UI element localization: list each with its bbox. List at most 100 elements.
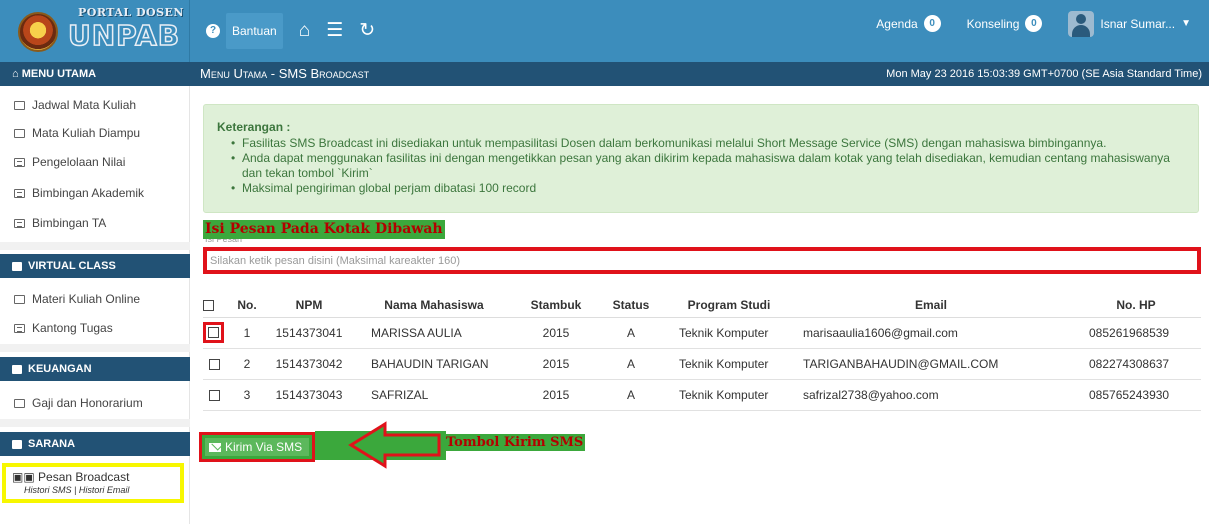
help-icon[interactable]: ? xyxy=(206,24,220,38)
sidebar-divider xyxy=(0,419,190,427)
sidebar-item-bimbingan-akademik[interactable]: Bimbingan Akademik xyxy=(14,186,144,200)
cell-email: safrizal2738@yahoo.com xyxy=(791,379,1071,411)
sidebar-item-label: Gaji dan Honorarium xyxy=(32,396,143,410)
pesan-broadcast-highlight: ▣▣ Pesan Broadcast Histori SMS | Histori… xyxy=(2,463,184,503)
agenda-count-badge: 0 xyxy=(923,15,941,32)
sidebar: Jadwal Mata Kuliah Mata Kuliah Diampu Pe… xyxy=(0,86,298,524)
cell-nama: SAFRIZAL xyxy=(351,379,517,411)
cell-hp: 085765243930 xyxy=(1071,379,1201,411)
list-icon xyxy=(14,157,25,167)
university-emblem-icon xyxy=(18,12,58,52)
info-item: Maksimal pengiriman global perjam dibata… xyxy=(231,181,1192,196)
agenda-label: Agenda xyxy=(876,16,918,31)
logo-title: UNPAB xyxy=(67,18,181,53)
building-icon xyxy=(12,439,22,449)
column-header-hp: No. HP xyxy=(1071,293,1201,318)
cell-prodi: Teknik Komputer xyxy=(667,348,791,380)
row-checkbox[interactable] xyxy=(209,389,220,401)
sidebar-item-label: Pesan Broadcast xyxy=(38,470,130,484)
cell-no: 1 xyxy=(227,317,267,349)
column-header-stambuk: Stambuk xyxy=(517,293,595,318)
pesan-history-links[interactable]: Histori SMS | Histori Email xyxy=(24,485,129,495)
home-icon[interactable]: ⌂ xyxy=(299,13,310,49)
agenda-link[interactable]: Agenda 0 xyxy=(876,15,941,32)
message-input[interactable] xyxy=(203,247,1201,274)
list-icon xyxy=(14,323,25,333)
column-header-email: Email xyxy=(791,293,1071,318)
avatar xyxy=(1068,10,1095,37)
row-select-cell xyxy=(203,317,227,349)
sidebar-item-gaji[interactable]: Gaji dan Honorarium xyxy=(14,396,143,410)
table-row: 3 1514373043 SAFRIZAL 2015 A Teknik Komp… xyxy=(203,379,1201,411)
cell-email: marisaaulia1606@gmail.com xyxy=(791,317,1071,349)
select-all-checkbox[interactable] xyxy=(203,300,214,312)
column-header-no: No. xyxy=(227,293,267,318)
sidebar-item-label: Bimbingan Akademik xyxy=(32,186,145,200)
sub-header: ⌂ MENU UTAMA Menu Utama - SMS Broadcast … xyxy=(0,62,1209,86)
help-button[interactable]: Bantuan xyxy=(226,13,283,49)
list-icon xyxy=(14,218,25,228)
row-checkbox[interactable] xyxy=(208,327,219,338)
menu-icon[interactable]: ☰ xyxy=(326,13,343,49)
caret-down-icon: ▼ xyxy=(1181,18,1191,29)
select-all-cell xyxy=(203,293,227,318)
cell-no: 3 xyxy=(227,379,267,411)
send-button-highlight: Kirim Via SMS xyxy=(199,432,315,462)
send-sms-button[interactable]: Kirim Via SMS xyxy=(205,438,309,456)
section-title: KEUANGAN xyxy=(28,363,92,375)
sidebar-divider xyxy=(0,242,190,250)
cell-stambuk: 2015 xyxy=(517,348,595,380)
sidebar-item-jadwal[interactable]: Jadwal Mata Kuliah xyxy=(14,98,136,112)
section-title: SARANA xyxy=(28,438,76,450)
send-annotation: Tombol Kirim SMS xyxy=(444,434,586,451)
grid-icon xyxy=(12,261,22,271)
sidebar-item-materi-online[interactable]: Materi Kuliah Online xyxy=(14,292,140,306)
refresh-icon[interactable]: ↻ xyxy=(359,13,375,49)
sidebar-item-mata-kuliah[interactable]: Mata Kuliah Diampu xyxy=(14,126,140,140)
page-title: Menu Utama - SMS Broadcast xyxy=(200,66,370,81)
sidebar-divider xyxy=(0,344,190,352)
info-item: Fasilitas SMS Broadcast ini disediakan u… xyxy=(231,136,1192,151)
sidebar-item-bimbingan-ta[interactable]: Bimbingan TA xyxy=(14,216,106,230)
sidebar-item-nilai[interactable]: Pengelolaan Nilai xyxy=(14,155,125,169)
sidebar-item-label: Jadwal Mata Kuliah xyxy=(32,98,137,112)
cell-email: TARIGANBAHAUDIN@GMAIL.COM xyxy=(791,348,1071,380)
checkbox-highlight xyxy=(203,322,224,343)
cell-status: A xyxy=(595,379,667,411)
section-title: VIRTUAL CLASS xyxy=(28,260,116,272)
copy-icon xyxy=(14,128,25,138)
cell-status: A xyxy=(595,348,667,380)
konseling-link[interactable]: Konseling 0 xyxy=(967,15,1043,32)
column-header-npm: NPM xyxy=(267,293,351,318)
sidebar-item-label: Materi Kuliah Online xyxy=(32,292,141,306)
section-virtual-class: VIRTUAL CLASS xyxy=(0,254,190,278)
message-annotation: Isi Pesan Pada Kotak Dibawah xyxy=(203,220,445,239)
nav-right: Agenda 0 Konseling 0 Isnar Sumar... ▼ xyxy=(850,0,1191,47)
top-navbar: PORTAL DOSEN UNPAB ? Bantuan ⌂ ☰ ↻ Agend… xyxy=(0,0,1209,62)
sidebar-item-label: Kantong Tugas xyxy=(32,321,113,335)
datetime: Mon May 23 2016 15:03:39 GMT+0700 (SE As… xyxy=(886,68,1202,80)
cell-npm: 1514373043 xyxy=(267,379,351,411)
logo[interactable]: PORTAL DOSEN UNPAB xyxy=(0,0,190,62)
main-content: Keterangan : Fasilitas SMS Broadcast ini… xyxy=(191,86,1209,524)
sidebar-item-kantong-tugas[interactable]: Kantong Tugas xyxy=(14,321,113,335)
row-select-cell xyxy=(203,379,227,411)
menu-title-text: MENU UTAMA xyxy=(21,68,97,80)
user-menu[interactable]: Isnar Sumar... ▼ xyxy=(1068,10,1191,37)
konseling-count-badge: 0 xyxy=(1025,15,1043,32)
money-icon xyxy=(14,398,25,408)
sidebar-item-pesan-broadcast[interactable]: ▣▣ Pesan Broadcast xyxy=(12,470,129,484)
column-header-nama: Nama Mahasiswa xyxy=(351,293,517,318)
info-alert: Keterangan : Fasilitas SMS Broadcast ini… xyxy=(203,104,1199,213)
sidebar-item-label: Mata Kuliah Diampu xyxy=(32,126,141,140)
cell-nama: BAHAUDIN TARIGAN xyxy=(351,348,517,380)
cell-stambuk: 2015 xyxy=(517,317,595,349)
row-checkbox[interactable] xyxy=(209,358,220,370)
section-sarana: SARANA xyxy=(0,432,190,456)
cell-npm: 1514373041 xyxy=(267,317,351,349)
info-title: Keterangan : xyxy=(217,120,291,134)
cell-npm: 1514373042 xyxy=(267,348,351,380)
user-name: Isnar Sumar... xyxy=(1100,16,1176,31)
money-icon xyxy=(12,364,22,374)
cell-no: 2 xyxy=(227,348,267,380)
